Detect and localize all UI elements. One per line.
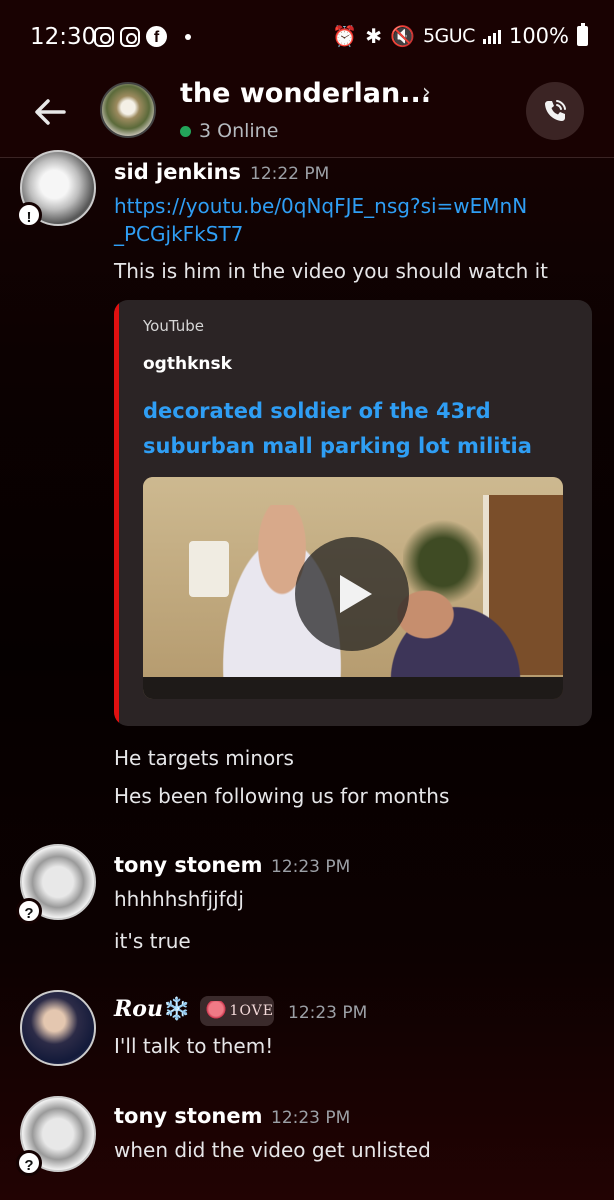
status-time: 12:30 xyxy=(30,24,97,50)
message-timestamp: 12:22 PM xyxy=(250,164,330,184)
phone-call-icon xyxy=(545,100,566,121)
alarm-icon: ⏰ xyxy=(332,24,358,48)
play-button[interactable] xyxy=(295,537,409,651)
message-timestamp: 12:23 PM xyxy=(271,857,351,877)
battery-percent: 100% xyxy=(508,24,569,48)
more-notifications-dot xyxy=(185,33,191,40)
status-badge: ! xyxy=(16,202,42,228)
message-author[interactable]: sid jenkins xyxy=(114,160,241,184)
status-badge: ? xyxy=(16,1150,42,1176)
system-icons: ⏰ ✱ 🔇 5GUC 100% xyxy=(332,23,588,48)
video-thumbnail[interactable] xyxy=(143,477,563,699)
message-text: I'll talk to them! xyxy=(114,1034,274,1058)
message-author[interactable]: Rou❄️ xyxy=(114,996,190,1022)
status-bar: 12:30 f ⏰ ✱ 🔇 5GUC 100% xyxy=(0,0,614,72)
avatar-rou[interactable] xyxy=(20,990,96,1066)
link-line[interactable]: https://youtu.be/0qNqFJE_nsg?si=wEMnN xyxy=(114,192,527,220)
snowflake-icon: ❄️ xyxy=(162,996,191,1022)
signal-icon xyxy=(482,28,501,44)
play-icon xyxy=(340,575,372,613)
message-text: it's true xyxy=(114,929,191,953)
channel-header: the wonderlan... › 3 Online xyxy=(0,72,614,158)
network-type: 5GUC xyxy=(422,25,476,47)
message-author[interactable]: tony stonem xyxy=(114,1104,262,1128)
message-link[interactable]: https://youtu.be/0qNqFJE_nsg?si=wEMnN _P… xyxy=(114,192,527,248)
youtube-embed[interactable]: YouTube ogthknsk decorated soldier of th… xyxy=(114,300,592,726)
message-timestamp: 12:23 PM xyxy=(288,1003,368,1023)
message-text: Hes been following us for months xyxy=(114,784,450,808)
embed-title[interactable]: decorated soldier of the 43rd suburban m… xyxy=(143,394,563,464)
back-arrow-icon[interactable] xyxy=(30,92,70,132)
mute-icon: 🔇 xyxy=(390,24,415,48)
online-status: 3 Online xyxy=(180,120,278,142)
thumb-floor xyxy=(143,677,563,699)
message-timestamp: 12:23 PM xyxy=(271,1108,351,1128)
role-tag[interactable]: 1OVE xyxy=(200,996,274,1026)
call-button[interactable] xyxy=(526,82,584,140)
message-author[interactable]: tony stonem xyxy=(114,853,262,877)
embed-provider: YouTube xyxy=(143,317,204,335)
battery-icon xyxy=(577,23,588,46)
status-badge: ? xyxy=(16,898,42,924)
message-text: He targets minors xyxy=(114,746,294,770)
channel-title[interactable]: the wonderlan... xyxy=(180,78,431,109)
bluetooth-icon: ✱ xyxy=(365,24,383,48)
group-avatar[interactable] xyxy=(100,82,156,138)
facebook-icon: f xyxy=(146,26,167,47)
online-dot-icon xyxy=(180,125,191,137)
message-text: when did the video get unlisted xyxy=(114,1138,431,1162)
online-count: 3 Online xyxy=(199,120,279,142)
author-name[interactable]: Rou xyxy=(114,996,163,1022)
embed-accent-bar xyxy=(114,300,119,726)
embed-author[interactable]: ogthknsk xyxy=(143,354,232,374)
message-text: hhhhhshfjjfdj xyxy=(114,887,244,911)
instagram-icon xyxy=(94,26,114,47)
message-text: This is him in the video you should watc… xyxy=(114,259,548,283)
link-line[interactable]: _PCGjkFkST7 xyxy=(114,220,527,248)
role-tag-label: 1OVE xyxy=(229,1003,274,1019)
rose-icon xyxy=(206,1001,226,1021)
instagram-icon-2 xyxy=(120,26,140,47)
chevron-right-icon[interactable]: › xyxy=(422,80,431,105)
notification-icons: f xyxy=(94,26,191,47)
